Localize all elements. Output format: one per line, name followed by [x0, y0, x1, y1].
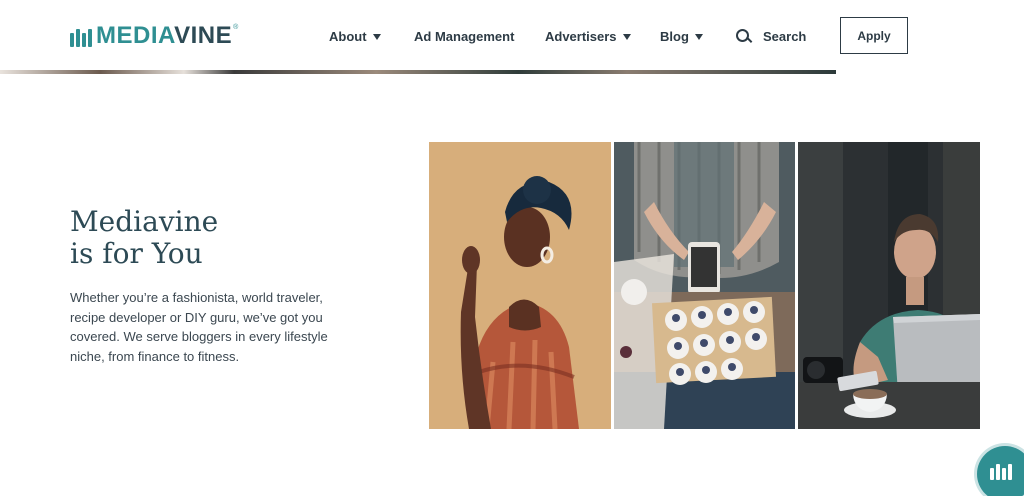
site-header: MEDIAVINE ® About Ad Management Advertis… — [0, 0, 1024, 72]
nav-blog-label: Blog — [660, 28, 689, 44]
chevron-down-icon — [694, 33, 703, 40]
logo-registered-mark: ® — [233, 24, 239, 31]
hero-body-text: Whether you’re a fashionista, world trav… — [70, 290, 328, 364]
chevron-down-icon — [372, 33, 381, 40]
chevron-down-icon — [622, 33, 631, 40]
page-headline: Mediavine is for You — [70, 206, 330, 270]
nav-about[interactable]: About — [329, 27, 381, 45]
logo-text-accent: VINE — [174, 22, 233, 49]
headline-line-2: is for You — [70, 237, 203, 270]
mediavine-logo[interactable]: MEDIAVINE ® — [70, 24, 238, 48]
logo-text-main: MEDIA — [96, 22, 175, 49]
logo-mark-icon — [70, 25, 92, 47]
headline-line-1: Mediavine — [70, 205, 219, 238]
nav-about-label: About — [329, 28, 367, 44]
nav-ad-management[interactable]: Ad Management — [414, 27, 514, 45]
chat-widget-button[interactable] — [977, 446, 1024, 496]
fashion-portrait-photo — [429, 142, 611, 429]
nav-advertisers[interactable]: Advertisers — [545, 27, 631, 45]
logo-wordmark: MEDIAVINE — [96, 24, 232, 48]
search-icon — [736, 28, 751, 44]
food-blogger-photo — [614, 142, 795, 429]
mediavine-chat-icon — [990, 462, 1012, 480]
nav-blog[interactable]: Blog — [660, 27, 703, 45]
search-button[interactable]: Search — [736, 27, 806, 45]
laptop-traveler-photo — [798, 142, 980, 429]
search-label: Search — [763, 28, 807, 44]
apply-button[interactable]: Apply — [840, 17, 908, 54]
nav-ad-management-label: Ad Management — [414, 28, 515, 44]
nav-advertisers-label: Advertisers — [545, 28, 617, 44]
header-image-strip — [0, 70, 836, 74]
